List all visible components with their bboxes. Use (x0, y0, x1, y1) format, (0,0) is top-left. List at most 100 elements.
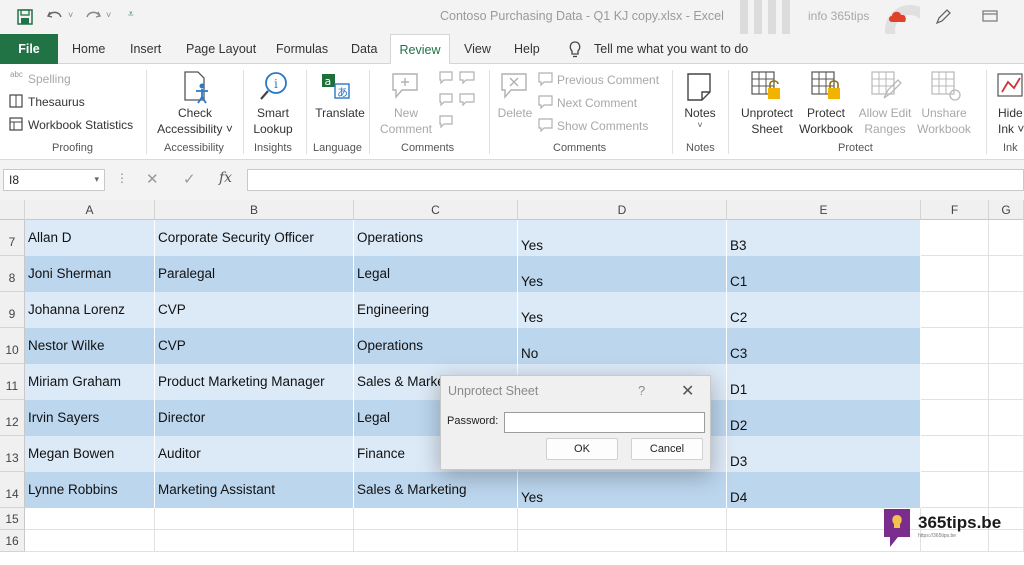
cell-code[interactable]: C2 (727, 292, 921, 328)
cell-title[interactable]: CVP (155, 292, 354, 328)
cell-name[interactable]: Megan Bowen (25, 436, 155, 472)
cell-title[interactable]: Auditor (155, 436, 354, 472)
cell-title[interactable]: Product Marketing Manager (155, 364, 354, 400)
empty-cell[interactable] (989, 364, 1024, 400)
cancel-entry-icon[interactable]: ✕ (146, 170, 159, 188)
cell-title[interactable]: Corporate Security Officer (155, 220, 354, 256)
column-header-g[interactable]: G (989, 200, 1024, 220)
help-icon[interactable]: ? (638, 383, 645, 398)
insert-function-icon[interactable]: fx (219, 170, 232, 186)
thesaurus-button[interactable]: Thesaurus (28, 95, 85, 109)
column-header-c[interactable]: C (354, 200, 518, 220)
enter-entry-icon[interactable]: ✓ (183, 170, 196, 188)
empty-cell[interactable] (921, 436, 989, 472)
unprotect-sheet-label1[interactable]: Unprotect (736, 106, 798, 120)
next-comment-button[interactable]: Next Comment (557, 96, 637, 110)
name-box[interactable]: I8 ▾ (3, 169, 105, 191)
empty-cell[interactable] (25, 530, 155, 552)
empty-cell[interactable] (989, 328, 1024, 364)
redo-dropdown-icon[interactable]: ˅ (106, 10, 111, 20)
cell-code[interactable]: C3 (727, 328, 921, 364)
row-header[interactable]: 8 (0, 256, 25, 292)
allow-edit-ranges-label2[interactable]: Ranges (852, 122, 918, 136)
tell-me-search[interactable]: Tell me what you want to do (590, 34, 752, 64)
cell-name[interactable]: Lynne Robbins (25, 472, 155, 508)
empty-cell[interactable] (155, 530, 354, 552)
cell-title[interactable]: Paralegal (155, 256, 354, 292)
redo-icon[interactable] (84, 8, 102, 24)
select-all-corner[interactable] (0, 200, 25, 220)
empty-cell[interactable] (989, 436, 1024, 472)
cell-department[interactable]: Legal (354, 256, 518, 292)
previous-comment-button[interactable]: Previous Comment (557, 73, 659, 87)
delete-comment-button[interactable]: Delete (494, 106, 536, 120)
empty-cell[interactable] (921, 400, 989, 436)
cell-flag[interactable]: Yes (518, 220, 727, 256)
row-header[interactable]: 14 (0, 472, 25, 508)
row-header[interactable]: 12 (0, 400, 25, 436)
cell-name[interactable]: Irvin Sayers (25, 400, 155, 436)
row-header[interactable]: 10 (0, 328, 25, 364)
ok-button[interactable]: OK (546, 438, 618, 460)
office-cloud-icon[interactable] (888, 9, 908, 23)
empty-cell[interactable] (921, 256, 989, 292)
row-header[interactable]: 7 (0, 220, 25, 256)
check-accessibility-label2[interactable]: Accessibility ˅ (152, 122, 238, 136)
row-header[interactable]: 13 (0, 436, 25, 472)
cell-code[interactable]: D3 (727, 436, 921, 472)
empty-cell[interactable] (989, 256, 1024, 292)
close-icon[interactable]: ✕ (681, 381, 694, 401)
empty-cell[interactable] (354, 508, 518, 530)
row-header[interactable]: 9 (0, 292, 25, 328)
user-name[interactable]: info 365tips (808, 9, 869, 23)
smart-lookup-label2[interactable]: Lookup (248, 122, 298, 136)
empty-cell[interactable] (155, 508, 354, 530)
formula-input[interactable] (247, 169, 1024, 191)
protect-workbook-label1[interactable]: Protect (794, 106, 858, 120)
notes-dropdown-icon[interactable]: ˅ (680, 120, 720, 130)
cell-department[interactable]: Operations (354, 328, 518, 364)
pen-icon[interactable] (934, 8, 952, 26)
cell-name[interactable]: Nestor Wilke (25, 328, 155, 364)
cell-flag[interactable]: No (518, 328, 727, 364)
customize-toolbar-icon[interactable]: ⩡ (128, 9, 134, 20)
unshare-workbook-label2[interactable]: Workbook (912, 122, 976, 136)
empty-cell[interactable] (989, 292, 1024, 328)
tab-data[interactable]: Data (347, 34, 381, 64)
new-comment-label1[interactable]: New (378, 106, 434, 120)
unprotect-sheet-label2[interactable]: Sheet (736, 122, 798, 136)
notes-button[interactable]: Notes (680, 106, 720, 120)
allow-edit-ranges-label1[interactable]: Allow Edit (852, 106, 918, 120)
cell-name[interactable]: Johanna Lorenz (25, 292, 155, 328)
empty-cell[interactable] (921, 220, 989, 256)
workbook-statistics-button[interactable]: Workbook Statistics (28, 118, 133, 132)
cell-name[interactable]: Allan D (25, 220, 155, 256)
row-header[interactable]: 15 (0, 508, 25, 530)
column-header-e[interactable]: E (727, 200, 921, 220)
cell-name[interactable]: Joni Sherman (25, 256, 155, 292)
cell-department[interactable]: Operations (354, 220, 518, 256)
empty-cell[interactable] (921, 364, 989, 400)
spelling-button[interactable]: Spelling (28, 72, 71, 86)
cell-code[interactable]: D2 (727, 400, 921, 436)
tab-home[interactable]: Home (68, 34, 109, 64)
column-header-b[interactable]: B (155, 200, 354, 220)
tab-file[interactable]: File (0, 34, 58, 64)
show-comments-button[interactable]: Show Comments (557, 119, 648, 133)
cell-code[interactable]: B3 (727, 220, 921, 256)
column-header-a[interactable]: A (25, 200, 155, 220)
hide-ink-label1[interactable]: Hide (998, 106, 1023, 120)
cell-code[interactable]: D1 (727, 364, 921, 400)
check-accessibility-label1[interactable]: Check (160, 106, 230, 120)
empty-cell[interactable] (921, 328, 989, 364)
cancel-button[interactable]: Cancel (631, 438, 703, 460)
undo-icon[interactable] (46, 8, 64, 24)
password-field[interactable] (504, 412, 705, 433)
empty-cell[interactable] (25, 508, 155, 530)
cell-department[interactable]: Engineering (354, 292, 518, 328)
empty-cell[interactable] (354, 530, 518, 552)
translate-button[interactable]: Translate (308, 106, 372, 120)
undo-dropdown-icon[interactable]: ˅ (68, 10, 73, 20)
smart-lookup-label1[interactable]: Smart (248, 106, 298, 120)
more-options-icon[interactable]: ⋮ (116, 171, 128, 185)
